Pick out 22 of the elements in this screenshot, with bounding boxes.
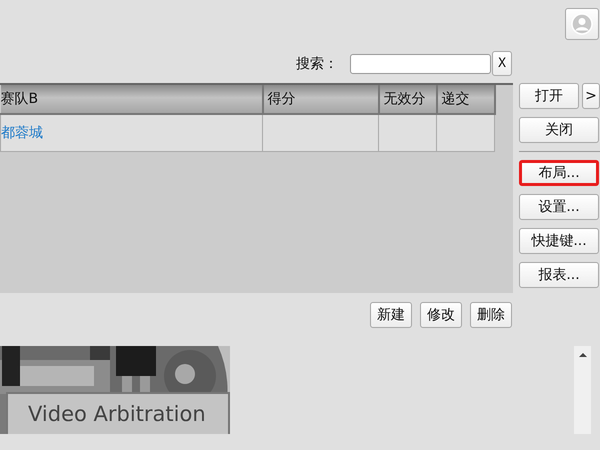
scrollbar[interactable] — [574, 346, 591, 434]
user-icon — [571, 13, 593, 35]
side-button[interactable]: 设置... — [519, 194, 599, 220]
toolbar-button[interactable]: 修改 — [420, 302, 462, 328]
user-avatar-button[interactable] — [565, 8, 599, 40]
clear-search-button[interactable]: X — [492, 51, 512, 76]
column-header[interactable]: 得分 — [262, 85, 378, 114]
expand-button[interactable]: > — [582, 83, 600, 109]
picture-caption: Video Arbitration — [6, 392, 230, 434]
column-header[interactable]: 递交 — [436, 85, 494, 114]
side-button[interactable]: 报表... — [519, 262, 599, 288]
scroll-up-icon[interactable] — [578, 352, 588, 358]
side-button[interactable]: 快捷键... — [519, 228, 599, 254]
toolbar-button[interactable]: 删除 — [470, 302, 512, 328]
toolbar-button[interactable]: 新建 — [370, 302, 412, 328]
search-label: 搜索： — [296, 54, 338, 72]
column-header[interactable]: 无效分 — [378, 85, 436, 114]
column-header[interactable]: 赛队B — [0, 85, 262, 114]
search-field[interactable] — [350, 54, 491, 74]
side-button[interactable]: 打开 — [519, 83, 579, 109]
side-button[interactable]: 关闭 — [519, 117, 599, 143]
side-button[interactable]: 布局... — [519, 160, 599, 186]
